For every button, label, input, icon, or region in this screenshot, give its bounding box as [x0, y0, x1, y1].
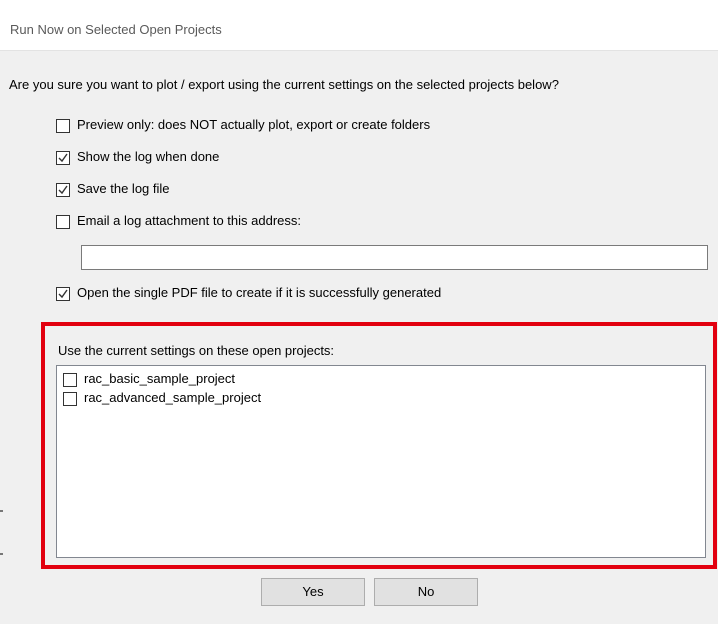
- preview-only-label[interactable]: Preview only: does NOT actually plot, ex…: [77, 117, 430, 132]
- project-label-basic[interactable]: rac_basic_sample_project: [84, 371, 235, 386]
- show-log-label[interactable]: Show the log when done: [77, 149, 219, 164]
- yes-button[interactable]: Yes: [261, 578, 365, 606]
- edge-tick: [0, 553, 3, 555]
- dialog-title: Run Now on Selected Open Projects: [10, 22, 222, 37]
- confirmation-question: Are you sure you want to plot / export u…: [9, 77, 559, 92]
- open-pdf-label[interactable]: Open the single PDF file to create if it…: [77, 285, 441, 300]
- email-log-label[interactable]: Email a log attachment to this address:: [77, 213, 301, 228]
- projects-list[interactable]: rac_basic_sample_project rac_advanced_sa…: [56, 365, 706, 558]
- project-label-advanced[interactable]: rac_advanced_sample_project: [84, 390, 261, 405]
- window-top-edge: [0, 0, 718, 8]
- checkmark-icon: [58, 153, 68, 163]
- run-now-dialog: Run Now on Selected Open Projects Are yo…: [0, 0, 718, 624]
- email-log-checkbox[interactable]: [56, 215, 70, 229]
- open-pdf-checkbox[interactable]: [56, 287, 70, 301]
- no-button[interactable]: No: [374, 578, 478, 606]
- show-log-checkbox[interactable]: [56, 151, 70, 165]
- email-address-field[interactable]: [81, 245, 708, 270]
- checkmark-icon: [58, 185, 68, 195]
- preview-only-checkbox[interactable]: [56, 119, 70, 133]
- project-checkbox-advanced[interactable]: [63, 392, 77, 406]
- project-checkbox-basic[interactable]: [63, 373, 77, 387]
- title-bar: Run Now on Selected Open Projects: [0, 8, 718, 51]
- save-log-label[interactable]: Save the log file: [77, 181, 170, 196]
- edge-tick: [0, 510, 3, 512]
- projects-heading: Use the current settings on these open p…: [58, 343, 335, 358]
- checkmark-icon: [58, 289, 68, 299]
- save-log-checkbox[interactable]: [56, 183, 70, 197]
